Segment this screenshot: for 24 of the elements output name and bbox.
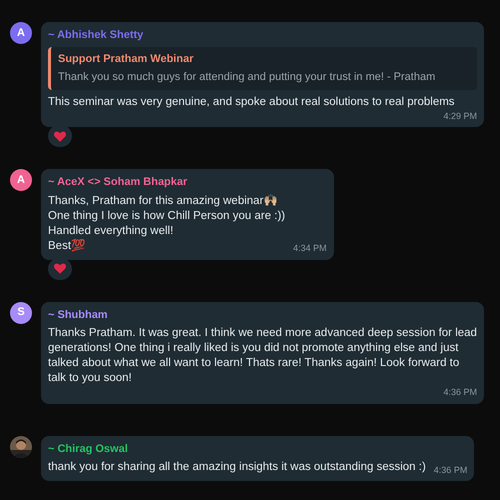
message-text: This seminar was very genuine, and spoke about real solutions to real problems bbox=[48, 94, 455, 110]
timestamp: 4:36 PM bbox=[434, 464, 468, 476]
heart-icon bbox=[53, 262, 67, 275]
message-text: Thanks Pratham. It was great. I think we need more advanced deep session for lead generations! One thing i really liked is you did not promote anything else and just talked about what we all want to learn! Thats rare! Thanks again! Look forward to talk to you soon! bbox=[48, 326, 477, 386]
sender-name: ~ AceX <> Soham Bhapkar bbox=[48, 175, 188, 190]
timestamp: 4:34 PM bbox=[293, 242, 327, 255]
quote-text: Thank you so much guys for attending and putting your trust in me! - Pratham bbox=[58, 70, 436, 85]
sender-name: ~ Shubham bbox=[48, 308, 109, 322]
quoted-message[interactable]: Support Pratham Webinar Thank you so much guys for attending and putting your trust in me! - Pratham bbox=[48, 46, 477, 90]
timestamp: 4:29 PM bbox=[443, 110, 477, 122]
sender-name: ~ Abhishek Shetty bbox=[48, 28, 144, 43]
sender-name: ~ Chirag Oswal bbox=[48, 442, 129, 456]
message-text: Best💯 bbox=[48, 238, 86, 254]
avatar: S bbox=[10, 302, 32, 324]
heart-icon bbox=[53, 130, 67, 142]
message-text: thank you for sharing all the amazing insights it was outstanding session :) bbox=[48, 460, 426, 475]
message-text: Thanks, Pratham for this amazing webinar🙌🏼 bbox=[48, 194, 278, 208]
avatar: A bbox=[10, 22, 32, 44]
quote-title: Support Pratham Webinar bbox=[58, 52, 194, 66]
avatar: A bbox=[10, 169, 32, 191]
message-text: One thing I love is how Chill Person you are :)) bbox=[48, 208, 286, 224]
message-text: Handled everything well! bbox=[48, 224, 174, 238]
reaction-button[interactable] bbox=[48, 125, 72, 147]
timestamp: 4:36 PM bbox=[443, 386, 477, 399]
